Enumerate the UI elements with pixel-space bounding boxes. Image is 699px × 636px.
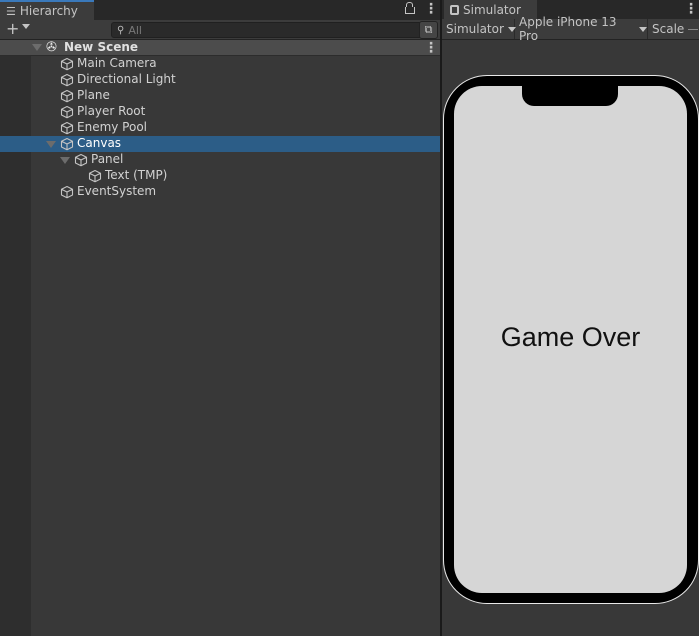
device-icon [450,4,459,15]
hierarchy-item[interactable]: Enemy Pool [0,120,440,136]
unity-logo-icon: ✇ [46,40,57,55]
hierarchy-item[interactable]: EventSystem [0,184,440,200]
hierarchy-item-label: Plane [77,88,110,102]
scene-menu-icon[interactable]: ⋮ [424,41,438,55]
search-filter-icon: ⧉ [424,23,433,36]
scale-slider[interactable] [688,28,699,30]
gameobject-cube-icon [88,169,102,183]
expand-arrow-icon[interactable] [32,44,42,51]
add-dropdown-caret-icon[interactable] [22,24,30,29]
device-dropdown[interactable]: Apple iPhone 13 Pro [515,15,648,43]
gameobject-cube-icon [60,121,74,135]
hierarchy-item[interactable]: Panel [0,152,440,168]
hierarchy-tab[interactable]: ☰ Hierarchy [0,0,94,20]
hierarchy-item[interactable]: Text (TMP) [0,168,440,184]
mode-dropdown[interactable]: Simulator [442,19,516,39]
hierarchy-item-label: Canvas [77,136,122,150]
scene-header-row[interactable]: ✇ New Scene ⋮ [0,40,440,56]
gameobject-cube-icon [60,185,74,199]
simulator-tab-label: Simulator [463,2,521,17]
device-dropdown-value: Apple iPhone 13 Pro [519,15,617,43]
hierarchy-item[interactable]: Directional Light [0,72,440,88]
lock-icon[interactable] [405,7,415,14]
hierarchy-menu-icon[interactable]: ⋮ [424,2,438,16]
simulator-menu-icon[interactable]: ⋮ [684,2,698,16]
scale-control[interactable]: Scale [648,19,699,39]
gameobject-cube-icon [74,153,88,167]
gameobject-cube-icon [60,89,74,103]
hierarchy-search-input[interactable]: ⚲ All [111,22,425,38]
hierarchy-item-label: Main Camera [77,56,157,70]
mode-dropdown-value: Simulator [446,22,504,36]
hierarchy-item-label: Text (TMP) [105,168,168,182]
hierarchy-item-label: Player Root [77,104,146,118]
lock-shackle [406,2,413,7]
gameobject-cube-icon [60,57,74,71]
search-placeholder: All [128,23,142,37]
hierarchy-item[interactable]: Player Root [0,104,440,120]
hierarchy-tab-label: Hierarchy [19,4,78,18]
expand-arrow-icon[interactable] [60,157,70,164]
scene-name: New Scene [64,40,139,54]
gameobject-cube-icon [60,137,74,151]
hierarchy-item-label: Panel [91,152,124,166]
hierarchy-item-label: EventSystem [77,184,157,198]
hierarchy-item-label: Directional Light [77,72,176,86]
expand-arrow-icon[interactable] [46,141,56,148]
chevron-down-icon [639,26,647,32]
scale-label: Scale [652,22,685,36]
hierarchy-item[interactable]: Plane [0,88,440,104]
gameobject-cube-icon [60,105,74,119]
search-by-type-button[interactable]: ⧉ [419,21,438,39]
search-icon: ⚲ [117,24,125,36]
gameobject-cube-icon [60,73,74,87]
list-icon: ☰ [6,4,16,18]
hierarchy-item-label: Enemy Pool [77,120,148,134]
hierarchy-item[interactable]: Canvas [0,136,440,152]
device-notch [522,86,618,106]
game-over-text: Game Over [500,322,641,352]
add-object-button[interactable]: + [6,21,19,37]
hierarchy-item[interactable]: Main Camera [0,56,440,72]
